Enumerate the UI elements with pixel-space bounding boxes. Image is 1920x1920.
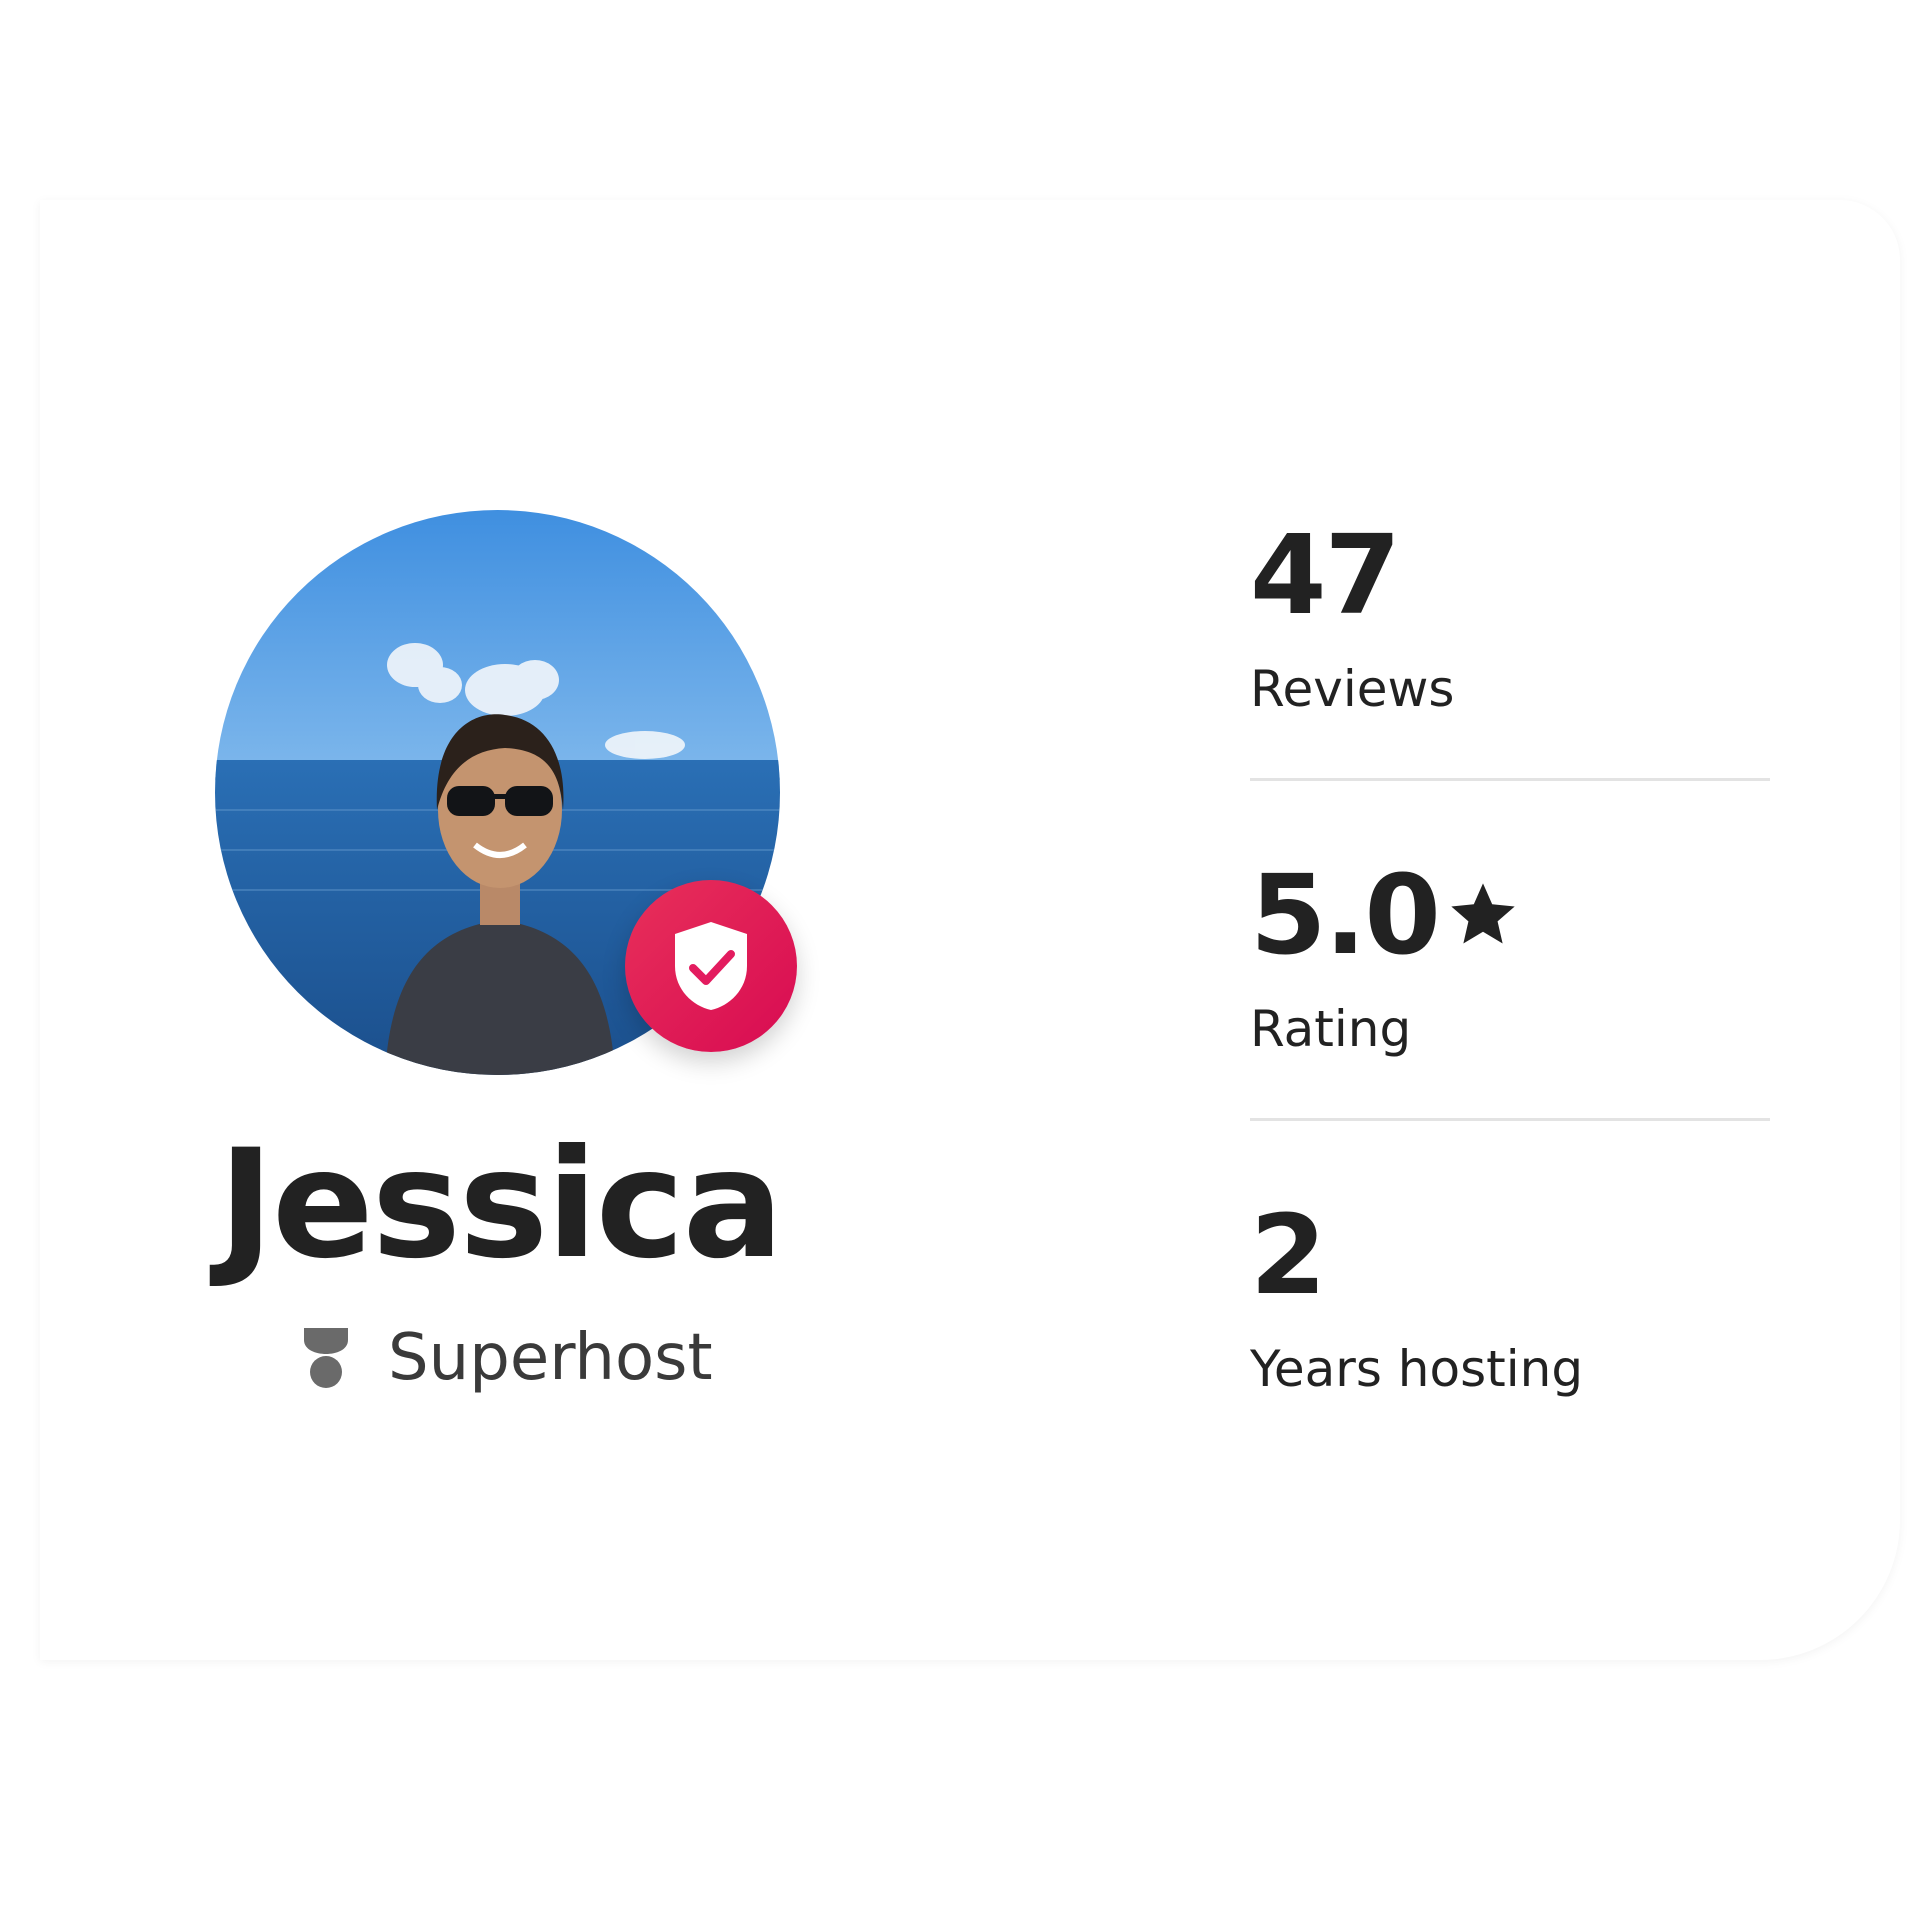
superhost-label: Superhost: [388, 1321, 713, 1395]
verified-shield-icon: [675, 922, 747, 1010]
star-icon: [1451, 883, 1515, 944]
superhost-badge: Superhost: [300, 1318, 713, 1398]
divider: [1250, 1118, 1770, 1121]
host-stats: 47 Reviews 5.0 Rating 2 Years hosting: [1250, 520, 1770, 1540]
verified-badge: [625, 880, 797, 1052]
reviews-count: 47: [1250, 511, 1401, 639]
stat-label: Reviews: [1250, 660, 1455, 718]
stat-label: Years hosting: [1250, 1340, 1584, 1398]
stat-rating[interactable]: 5.0 Rating: [1250, 860, 1770, 1200]
years-hosting-value: 2: [1250, 1191, 1327, 1319]
rating-value: 5.0: [1250, 851, 1441, 979]
divider: [1250, 778, 1770, 781]
stat-reviews[interactable]: 47 Reviews: [1250, 520, 1770, 860]
superhost-icon: [304, 1328, 348, 1388]
stat-label: Rating: [1250, 1000, 1412, 1058]
host-avatar-container: [215, 510, 797, 1075]
stat-years-hosting[interactable]: 2 Years hosting: [1250, 1200, 1770, 1540]
stat-value: 47: [1250, 511, 1401, 639]
host-name: Jessica: [218, 1118, 784, 1292]
stat-value: 5.0: [1250, 860, 1521, 970]
stat-value: 2: [1250, 1191, 1327, 1319]
